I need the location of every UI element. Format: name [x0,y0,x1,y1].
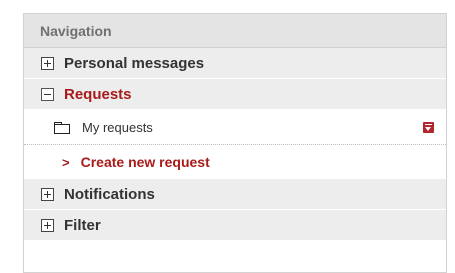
section-label: Personal messages [64,54,205,72]
section-requests[interactable]: Requests [24,79,446,110]
section-notifications[interactable]: Notifications [24,179,446,210]
chevron-right-icon: > [62,154,70,170]
subitem-my-requests[interactable]: My requests [24,110,446,145]
create-new-request-link[interactable]: > Create new request [24,145,446,179]
subitem-label: My requests [82,119,153,135]
folder-icon [54,121,70,134]
link-label: Create new request [80,154,210,170]
section-personal-messages[interactable]: Personal messages [24,48,446,79]
expand-plus-icon[interactable] [41,218,54,232]
expand-plus-icon[interactable] [41,56,54,70]
navigation-panel: Navigation Personal messages Requests My… [23,13,447,273]
expand-plus-icon[interactable] [41,187,54,201]
collapse-minus-icon[interactable] [41,87,54,101]
section-label: Notifications [64,185,155,203]
section-label: Filter [64,216,101,234]
section-filter[interactable]: Filter [24,210,446,241]
section-label: Requests [64,85,132,103]
navigation-header: Navigation [24,14,446,48]
dropdown-menu-icon[interactable] [423,122,434,133]
